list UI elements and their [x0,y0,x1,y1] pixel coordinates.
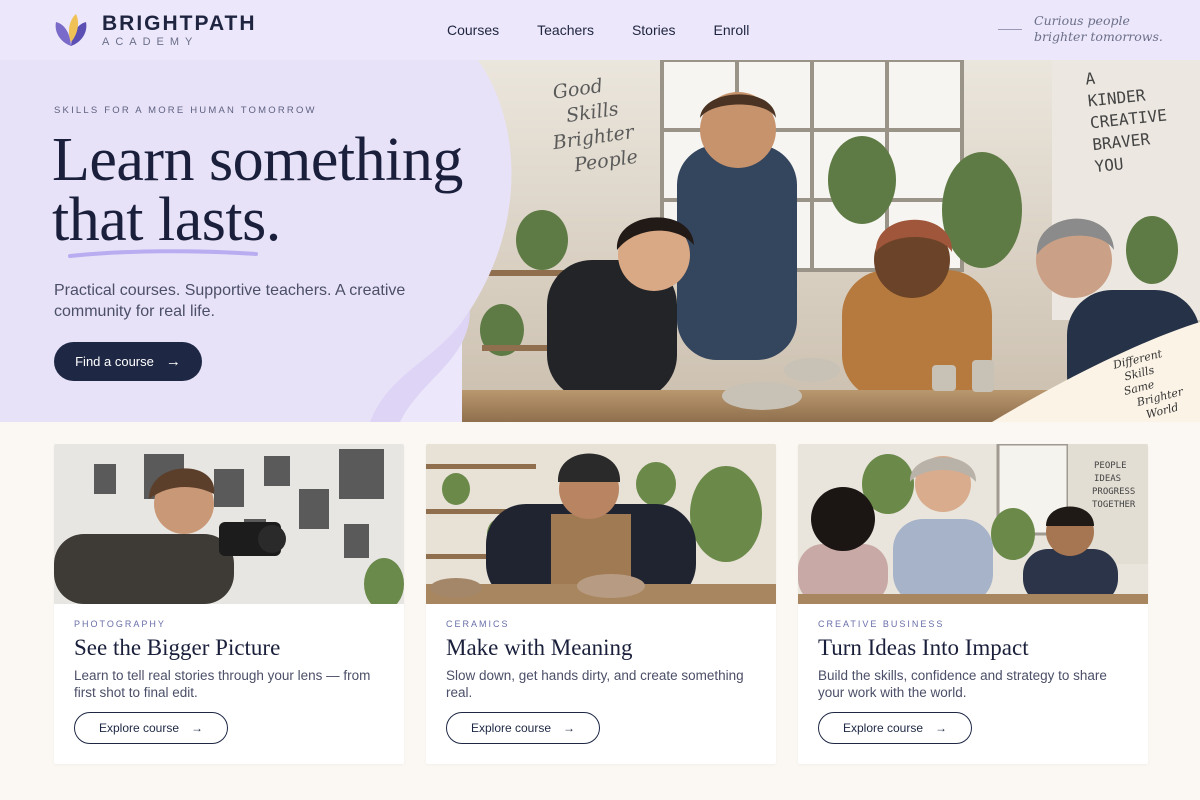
photography-photo [54,444,404,604]
hero-subtitle: Practical courses. Supportive teachers. … [54,282,406,320]
arrow-right-icon: → [935,721,948,735]
explore-course-label: Explore course [842,721,924,735]
creative-business-photo: PEOPLE IDEAS PROGRESS TOGETHER [798,444,1148,604]
arrow-right-icon: → [191,721,204,735]
card-category: PHOTOGRAPHY [74,619,166,629]
tagline-line-1: Curious people [1034,13,1130,28]
wall-text-right-5: YOU [1094,154,1125,176]
leaf-logo-icon [55,14,87,46]
wall-sign-1: PEOPLE [1094,461,1127,471]
card-category: CERAMICS [446,619,510,629]
arrow-right-icon: → [165,353,181,370]
explore-course-button[interactable]: Explore course → [446,712,600,744]
nav-courses[interactable]: Courses [447,22,499,38]
hero-title: Learn something that lasts. [52,126,463,254]
explore-course-button[interactable]: Explore course → [818,712,972,744]
find-course-button[interactable]: Find a course → [54,342,202,381]
course-card-photography: PHOTOGRAPHY See the Bigger Picture Learn… [54,444,404,764]
tagline-divider [998,28,1022,30]
ceramics-photo [426,444,776,604]
wall-sign-3: PROGRESS [1092,487,1135,497]
card-title: Make with Meaning [446,635,633,660]
course-card-ceramics: CERAMICS Make with Meaning Slow down, ge… [426,444,776,764]
brand-name: BRIGHTPATH [102,11,257,35]
brand-subtitle: ACADEMY [102,35,199,48]
brand-logo[interactable]: BRIGHTPATH ACADEMY [52,12,257,48]
tagline-line-2: brighter tomorrows. [1034,29,1163,44]
nav-teachers[interactable]: Teachers [537,22,594,38]
wall-sign-2: IDEAS [1094,474,1121,484]
course-card-creative-business: PEOPLE IDEAS PROGRESS TOGETHER CREATIVE … [798,444,1148,764]
card-title: Turn Ideas Into Impact [818,635,1029,660]
nav-stories[interactable]: Stories [632,22,676,38]
find-course-label: Find a course [75,354,154,369]
nav-enroll[interactable]: Enroll [714,22,750,38]
explore-course-button[interactable]: Explore course → [74,712,228,744]
explore-course-label: Explore course [98,721,180,735]
title-underline [68,249,258,258]
explore-course-label: Explore course [470,721,552,735]
card-category: CREATIVE BUSINESS [818,619,945,629]
hero-eyebrow: SKILLS FOR A MORE HUMAN TOMORROW [54,105,317,116]
hero-title-line-1: Learn something [52,126,463,194]
card-description: Learn to tell real stories through your … [74,668,371,700]
header-tagline: Curious people brighter tomorrows. [998,13,1163,45]
main-nav: Courses Teachers Stories Enroll [447,22,749,38]
wall-sign-4: TOGETHER [1092,500,1136,510]
card-title: See the Bigger Picture [74,635,281,660]
course-cards: PHOTOGRAPHY See the Bigger Picture Learn… [54,444,1148,764]
card-description: Build the skills, confidence and strateg… [818,668,1107,700]
card-description: Slow down, get hands dirty, and create s… [446,668,744,700]
arrow-right-icon: → [563,721,576,735]
hero-section: Good Skills Brighter People A KINDER CRE… [0,60,1200,422]
hero-title-line-2: that lasts. [52,186,281,254]
site-header: BRIGHTPATH ACADEMY Courses Teachers Stor… [0,0,1200,60]
